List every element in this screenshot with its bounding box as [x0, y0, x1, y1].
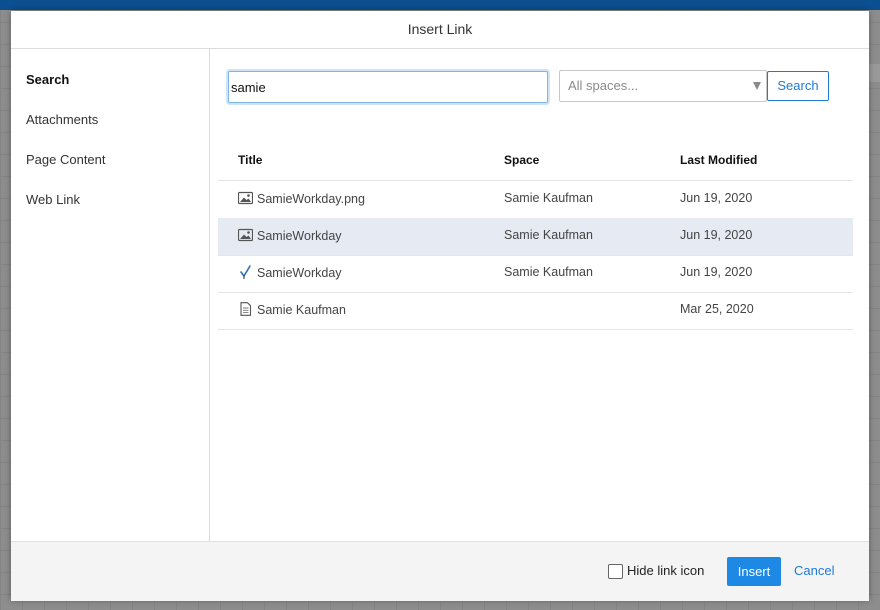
- search-panel: All spaces... Search Title Space Last Mo…: [210, 49, 869, 541]
- hide-link-icon-checkbox[interactable]: [608, 564, 623, 579]
- dialog-title: Insert Link: [11, 11, 869, 49]
- table-row[interactable]: Samie Kaufman Mar 25, 2020: [218, 292, 853, 330]
- image-icon: [238, 191, 253, 205]
- search-button[interactable]: Search: [767, 71, 829, 101]
- row-title: Samie Kaufman: [238, 302, 346, 317]
- row-title-text: SamieWorkday: [257, 266, 342, 280]
- row-space: Samie Kaufman: [504, 228, 593, 242]
- row-title-text: SamieWorkday.png: [257, 192, 365, 206]
- row-title: SamieWorkday.png: [238, 191, 365, 206]
- sidebar: Search Attachments Page Content Web Link: [11, 49, 210, 541]
- page-icon: [240, 302, 252, 316]
- row-title-text: SamieWorkday: [257, 229, 342, 243]
- column-header-title: Title: [238, 153, 263, 167]
- table-row[interactable]: SamieWorkday Samie Kaufman Jun 19, 2020: [218, 255, 853, 293]
- column-header-last-modified: Last Modified: [680, 153, 758, 167]
- row-space: Samie Kaufman: [504, 265, 593, 279]
- insert-button[interactable]: Insert: [727, 557, 781, 586]
- whiteboard-icon: [240, 265, 251, 279]
- chevron-down-icon: [753, 82, 761, 90]
- space-select-placeholder: All spaces...: [568, 78, 639, 93]
- row-modified: Jun 19, 2020: [680, 228, 753, 242]
- table-header: Title Space Last Modified: [218, 142, 853, 181]
- row-modified: Jun 19, 2020: [680, 191, 753, 205]
- app-top-bar: [0, 0, 880, 10]
- search-input[interactable]: [228, 71, 548, 103]
- space-select[interactable]: All spaces...: [559, 70, 767, 102]
- row-title-text: Samie Kaufman: [257, 303, 346, 317]
- column-header-space: Space: [504, 153, 540, 167]
- hide-link-icon-label[interactable]: Hide link icon: [627, 563, 704, 578]
- row-modified: Jun 19, 2020: [680, 265, 753, 279]
- sidebar-item-search[interactable]: Search: [26, 72, 69, 87]
- image-icon: [238, 228, 253, 242]
- row-modified: Mar 25, 2020: [680, 302, 754, 316]
- row-title: SamieWorkday: [238, 265, 342, 280]
- sidebar-item-attachments[interactable]: Attachments: [26, 112, 98, 127]
- dialog-footer: Hide link icon Insert Cancel: [11, 541, 869, 601]
- sidebar-item-web-link[interactable]: Web Link: [26, 192, 80, 207]
- insert-link-dialog: Insert Link Search Attachments Page Cont…: [11, 11, 869, 601]
- cancel-button[interactable]: Cancel: [794, 563, 834, 578]
- row-space: Samie Kaufman: [504, 191, 593, 205]
- table-row[interactable]: SamieWorkday.png Samie Kaufman Jun 19, 2…: [218, 181, 853, 219]
- sidebar-item-page-content[interactable]: Page Content: [26, 152, 106, 167]
- row-title: SamieWorkday: [238, 228, 342, 243]
- table-row-selected[interactable]: SamieWorkday Samie Kaufman Jun 19, 2020: [218, 218, 853, 256]
